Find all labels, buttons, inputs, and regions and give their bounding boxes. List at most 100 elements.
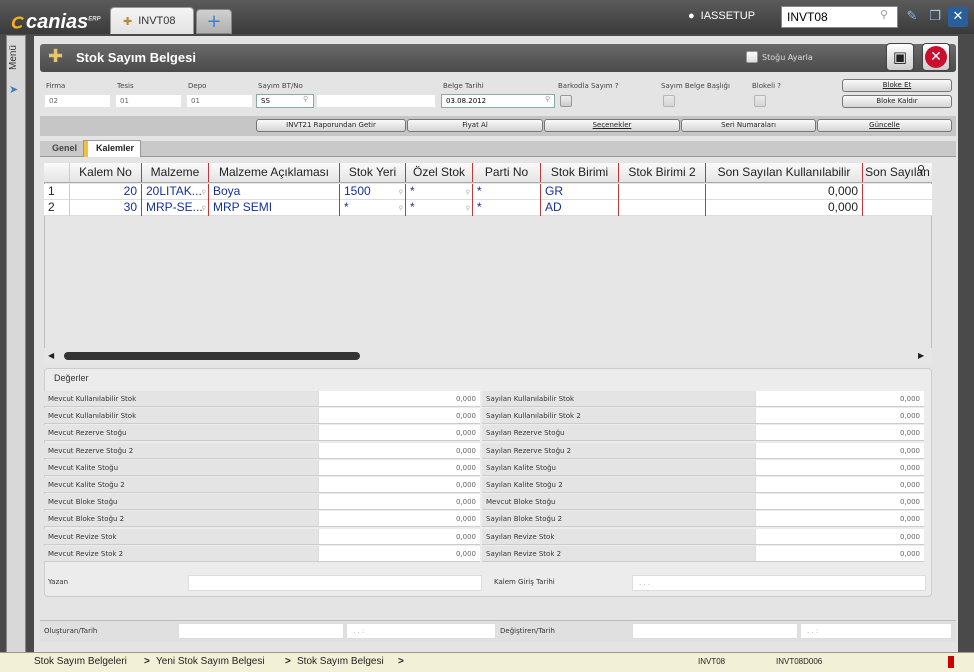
value-field[interactable]: 0,000 bbox=[755, 545, 924, 561]
value-field[interactable]: 0,000 bbox=[755, 442, 924, 458]
checkbox[interactable] bbox=[746, 51, 758, 63]
stok-birimi-2-cell[interactable] bbox=[619, 184, 706, 200]
ozel-stok-cell[interactable]: * ⚲ bbox=[406, 184, 473, 200]
stok-birimi-cell[interactable]: AD bbox=[541, 200, 619, 216]
kalem-no-cell[interactable]: 30 bbox=[70, 200, 142, 216]
cancel-button[interactable]: ✕ bbox=[922, 43, 950, 71]
tesis-field[interactable]: 01 bbox=[115, 94, 182, 108]
close-icon[interactable]: ✕ bbox=[948, 7, 968, 27]
malzeme-cell[interactable]: MRP-SE... ⚲ bbox=[142, 200, 209, 216]
guncelle-button[interactable]: Güncelle bbox=[817, 119, 952, 132]
column-header[interactable]: Özel Stok bbox=[406, 163, 473, 182]
stok-yeri-cell[interactable]: * ⚲ bbox=[340, 200, 406, 216]
search-icon[interactable]: ⚲ bbox=[880, 8, 888, 21]
bloke-kaldir-button[interactable]: Bloke Kaldır bbox=[842, 95, 952, 108]
value-field[interactable]: 0,000 bbox=[318, 425, 480, 441]
search-icon[interactable]: ⚲ bbox=[202, 202, 206, 216]
malzeme-cell[interactable]: 20LITAK... ⚲ bbox=[142, 184, 209, 200]
value-field[interactable]: 0,000 bbox=[318, 494, 480, 510]
tab-genel[interactable]: Genel bbox=[52, 143, 77, 153]
son-sayilan-cell[interactable]: 0,000 bbox=[706, 200, 863, 216]
value-field[interactable]: 0,000 bbox=[755, 477, 924, 492]
secenekler-button[interactable]: Seçenekler bbox=[544, 119, 680, 132]
value-field[interactable]: 0,000 bbox=[755, 494, 924, 510]
son-sayilan-2-cell[interactable] bbox=[863, 200, 932, 216]
side-menu-bar[interactable] bbox=[6, 35, 26, 665]
value-field[interactable]: 0,000 bbox=[755, 459, 924, 475]
value-field[interactable]: 0,000 bbox=[318, 477, 480, 492]
son-sayilan-cell[interactable]: 0,000 bbox=[706, 184, 863, 200]
column-header[interactable]: Malzeme bbox=[142, 163, 209, 182]
degistiren-field[interactable] bbox=[632, 623, 798, 639]
column-header[interactable]: Stok Birimi bbox=[541, 163, 619, 182]
sayim-no-field[interactable] bbox=[316, 94, 436, 108]
depo-field[interactable]: 01 bbox=[186, 94, 253, 108]
blokeli-checkbox[interactable] bbox=[754, 95, 766, 107]
breadcrumb-item[interactable]: Stok Sayım Belgesi bbox=[297, 656, 384, 667]
column-header[interactable]: Parti No bbox=[473, 163, 541, 182]
search-icon[interactable]: ⚲ bbox=[466, 202, 470, 216]
column-header[interactable]: Malzeme Açıklaması bbox=[209, 163, 340, 182]
menu-arrow-icon[interactable]: ➤ bbox=[9, 83, 23, 97]
search-icon[interactable]: ⚲ bbox=[303, 95, 308, 103]
column-header[interactable]: Stok Yeri bbox=[340, 163, 406, 182]
scroll-right-icon[interactable]: ▶ bbox=[918, 351, 924, 360]
value-field[interactable]: 0,000 bbox=[755, 511, 924, 527]
seri-numaralari-button[interactable]: Seri Numaraları bbox=[681, 119, 816, 132]
malzeme-aciklama-cell[interactable]: Boya bbox=[209, 184, 340, 200]
value-field[interactable]: 0,000 bbox=[318, 511, 480, 527]
tab-kalemler[interactable]: Kalemler bbox=[83, 140, 141, 157]
grid-search-icon[interactable]: ⚲ bbox=[917, 163, 925, 176]
table-row[interactable]: 2 30 MRP-SE... ⚲ MRP SEMI * ⚲ * ⚲ * AD 0,00… bbox=[44, 200, 932, 216]
edit-icon[interactable]: ✎ bbox=[902, 7, 922, 27]
tab-invt08[interactable]: ✚ INVT08 bbox=[110, 7, 194, 34]
stok-birimi-cell[interactable]: GR bbox=[541, 184, 619, 200]
column-header[interactable]: Kalem No bbox=[70, 163, 142, 182]
stok-birimi-2-cell[interactable] bbox=[619, 200, 706, 216]
kalem-no-cell[interactable]: 20 bbox=[70, 184, 142, 200]
search-icon[interactable]: ⚲ bbox=[399, 202, 403, 216]
stok-yeri-cell[interactable]: 1500 ⚲ bbox=[340, 184, 406, 200]
baslik-checkbox[interactable] bbox=[663, 95, 675, 107]
stock-adjust-checkbox[interactable]: Stoğu Ayarla bbox=[746, 51, 813, 63]
scroll-left-icon[interactable]: ◀ bbox=[48, 351, 54, 360]
search-icon[interactable]: ⚲ bbox=[399, 186, 403, 200]
column-header[interactable]: Son Sayılan Kullanılabilir bbox=[706, 163, 863, 182]
value-field[interactable]: 0,000 bbox=[318, 408, 480, 424]
scrollbar-thumb[interactable] bbox=[64, 352, 360, 360]
table-row[interactable]: 1 20 20LITAK... ⚲ Boya 1500 ⚲ * ⚲ * GR 0,00… bbox=[44, 184, 932, 200]
breadcrumb-item[interactable]: Stok Sayım Belgeleri bbox=[34, 656, 127, 667]
calendar-search-icon[interactable]: ⚲ bbox=[545, 95, 550, 103]
olusturan-time-field[interactable]: . . : bbox=[346, 623, 496, 639]
malzeme-aciklama-cell[interactable]: MRP SEMI bbox=[209, 200, 340, 216]
parti-no-cell[interactable]: * bbox=[473, 184, 541, 200]
belge-tarihi-input[interactable]: 03.08.2012 bbox=[441, 94, 555, 108]
window-restore-icon[interactable]: ❐ bbox=[925, 7, 945, 27]
value-field[interactable]: 0,000 bbox=[318, 528, 480, 544]
add-tab-button[interactable]: + bbox=[196, 9, 232, 34]
value-field[interactable]: 0,000 bbox=[318, 391, 480, 406]
value-field[interactable]: 0,000 bbox=[755, 408, 924, 424]
value-field[interactable]: 0,000 bbox=[755, 391, 924, 406]
column-header[interactable]: Stok Birimi 2 bbox=[619, 163, 706, 182]
menu-label[interactable]: Menü bbox=[8, 45, 19, 70]
olusturan-field[interactable] bbox=[178, 623, 344, 639]
kalem-giris-field[interactable]: . . . bbox=[632, 575, 926, 591]
bloke-et-button[interactable]: Bloke Et bbox=[842, 79, 952, 92]
yazan-field[interactable] bbox=[188, 575, 482, 591]
ozel-stok-cell[interactable]: * ⚲ bbox=[406, 200, 473, 216]
search-icon[interactable]: ⚲ bbox=[466, 186, 470, 200]
son-sayilan-2-cell[interactable] bbox=[863, 184, 932, 200]
breadcrumb-item[interactable]: Yeni Stok Sayım Belgesi bbox=[156, 656, 265, 667]
degistiren-time-field[interactable]: . . : bbox=[800, 623, 952, 639]
value-field[interactable]: 0,000 bbox=[755, 425, 924, 441]
invt21-report-button[interactable]: INVT21 Raporundan Getir bbox=[256, 119, 406, 132]
firma-field[interactable]: 02 bbox=[44, 94, 111, 108]
value-field[interactable]: 0,000 bbox=[755, 528, 924, 544]
save-button[interactable]: ▣ bbox=[886, 43, 914, 71]
value-field[interactable]: 0,000 bbox=[318, 442, 480, 458]
search-icon[interactable]: ⚲ bbox=[202, 186, 206, 200]
value-field[interactable]: 0,000 bbox=[318, 459, 480, 475]
barkod-checkbox[interactable] bbox=[560, 95, 572, 107]
fiyat-al-button[interactable]: Fiyat Al bbox=[407, 119, 543, 132]
